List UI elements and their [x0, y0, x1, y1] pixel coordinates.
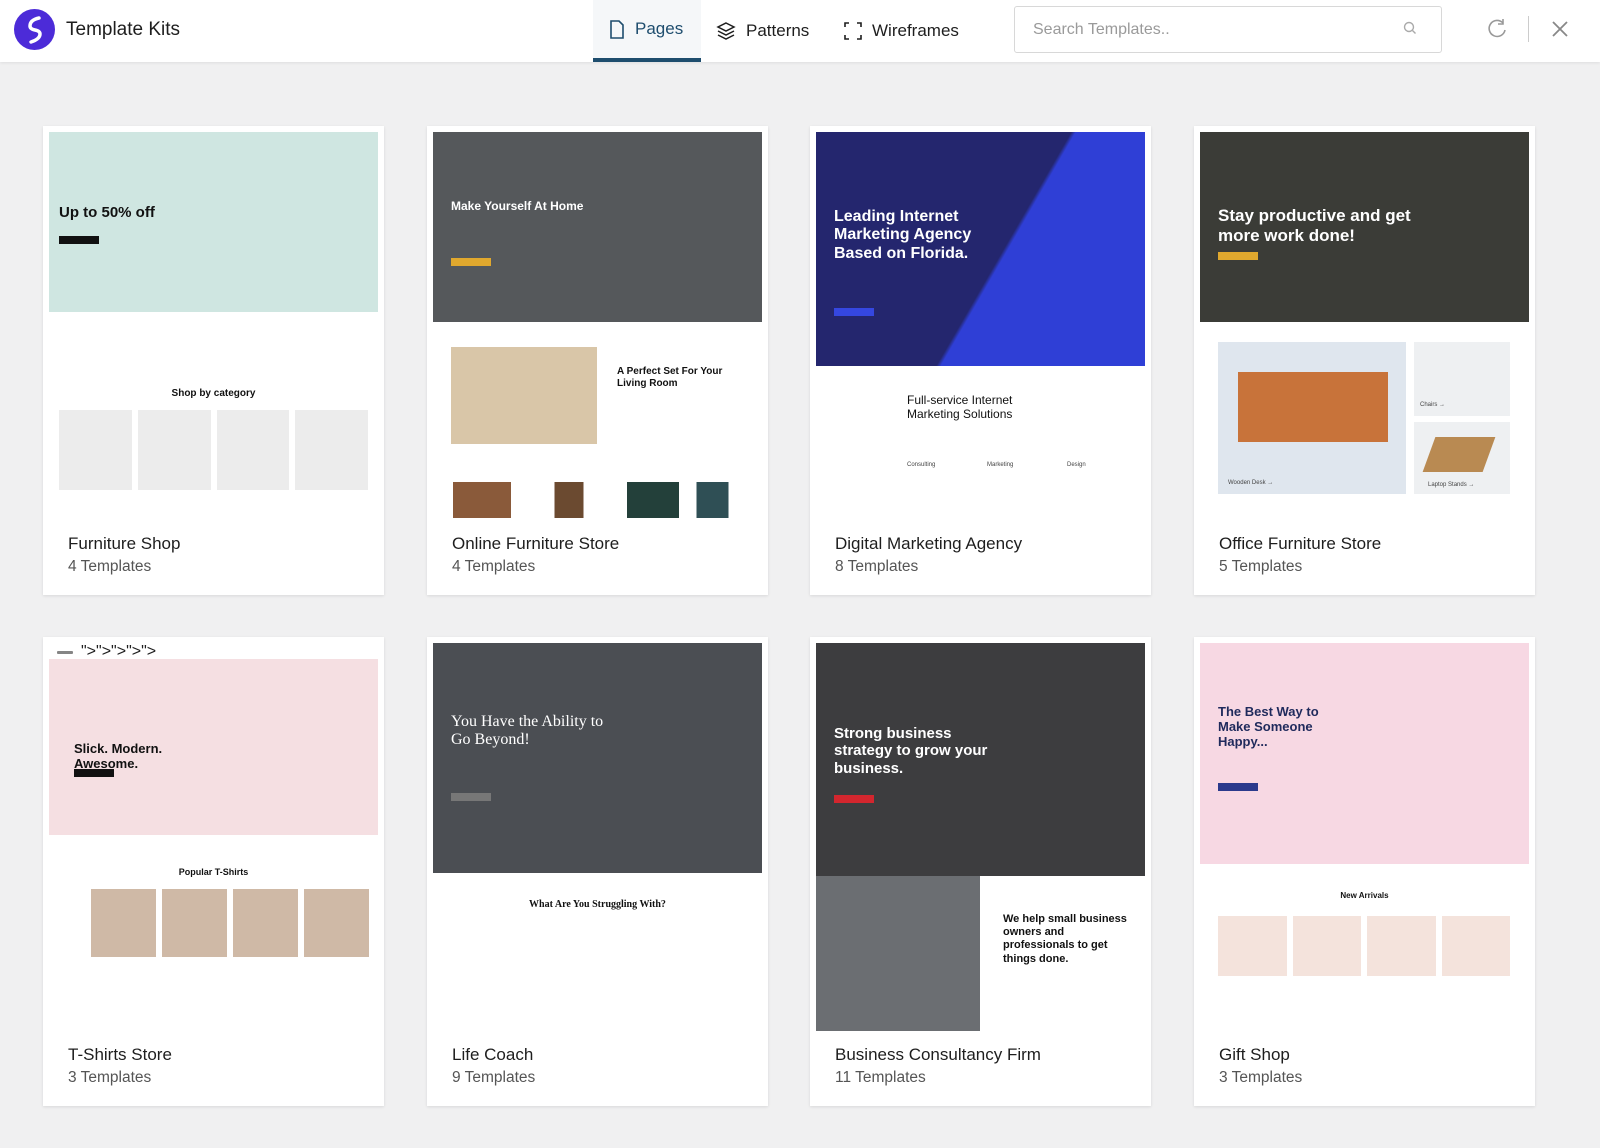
logo: [14, 9, 55, 50]
kit-title[interactable]: Online Furniture Store: [452, 534, 619, 554]
tab-pages[interactable]: Pages: [593, 0, 701, 62]
kit-card[interactable]: ">">">">">Up to 50% offShop by categoryF…: [43, 126, 384, 595]
preview-section-title: Shop by category: [171, 388, 256, 399]
preview-section-title: Full-service Internet Marketing Solution…: [907, 393, 1013, 422]
kit-card[interactable]: ">">">">">The Best Way to Make Someone H…: [1194, 637, 1535, 1106]
app-title: Template Kits: [66, 19, 181, 40]
preview-cta-button: [59, 236, 99, 244]
divider: [1528, 16, 1529, 42]
kit-title[interactable]: Life Coach: [452, 1045, 533, 1065]
preview-cta-button: [451, 258, 491, 266]
preview-cta-button: [834, 795, 874, 803]
layers-icon: [716, 21, 736, 40]
preview-category-label: Laptop Stands →: [1428, 482, 1475, 488]
preview-section-title: Popular T-Shirts: [178, 867, 249, 877]
preview-product-tiles: [1218, 916, 1510, 976]
preview-headline: The Best Way to Make Someone Happy...: [1218, 704, 1319, 749]
tab-label: Pages: [635, 19, 684, 38]
preview-meeting-image: [816, 876, 980, 1031]
kit-template-count: 4 Templates: [68, 558, 152, 575]
preview-headline: Make Yourself At Home: [451, 199, 584, 213]
preview-cta-button: [1218, 252, 1258, 260]
kit-template-count: 9 Templates: [452, 1069, 536, 1086]
preview-cta-button: [451, 793, 491, 801]
kit-template-count: 5 Templates: [1219, 558, 1303, 575]
kit-preview[interactable]: ">">">">">The Best Way to Make Someone H…: [1200, 643, 1529, 1031]
kit-title[interactable]: Furniture Shop: [68, 534, 180, 554]
kit-card[interactable]: ">">">">">Make Yourself At HomeA Perfect…: [427, 126, 768, 595]
kit-template-count: 3 Templates: [1219, 1069, 1303, 1086]
kit-preview[interactable]: ">">">">">Stay productive and get more w…: [1200, 132, 1529, 520]
kit-card[interactable]: ">">">">"> Slick. Modern. Awesome. Popular…: [43, 637, 384, 1106]
preview-cta-button: [74, 769, 114, 777]
preview-tshirt-tiles: [91, 889, 369, 957]
page-icon: [610, 19, 624, 39]
kit-preview[interactable]: ">">">">">Leading Internet Marketing Age…: [816, 132, 1145, 520]
preview-hero: [433, 643, 762, 873]
kit-template-count: 4 Templates: [452, 558, 536, 575]
kit-card[interactable]: ">">">">">You Have the Ability to Go Bey…: [427, 637, 768, 1106]
kit-title[interactable]: Gift Shop: [1219, 1045, 1290, 1065]
preview-section-title: What Are You Struggling With?: [529, 899, 666, 910]
bolt-logo-icon: [27, 15, 42, 44]
kit-template-count: 11 Templates: [835, 1069, 926, 1086]
search-input[interactable]: [1015, 7, 1375, 52]
preview-headline: Stay productive and get more work done!: [1218, 206, 1411, 245]
kit-preview[interactable]: ">">">">">Strong business strategy to gr…: [816, 643, 1145, 1031]
preview-service-label: Consulting: [907, 462, 936, 468]
search-icon[interactable]: [1403, 21, 1417, 35]
kit-title[interactable]: Business Consultancy Firm: [835, 1045, 1041, 1065]
preview-service-icons: Consulting Marketing Design: [907, 462, 1127, 482]
preview-product-strip: [453, 482, 743, 518]
kit-card[interactable]: ">">">">">Stay productive and get more w…: [1194, 126, 1535, 595]
preview-cta-button: [1218, 783, 1258, 791]
preview-headline: Slick. Modern. Awesome.: [74, 741, 163, 771]
refresh-icon[interactable]: [1487, 18, 1507, 40]
preview-headline: Leading Internet Marketing Agency Based …: [834, 208, 972, 262]
tab-label: Wireframes: [872, 21, 959, 40]
preview-section-title: We help small business owners and profes…: [1003, 913, 1127, 965]
close-icon[interactable]: [1551, 20, 1569, 38]
kit-title[interactable]: T-Shirts Store: [68, 1045, 172, 1065]
kit-preview[interactable]: ">">">">">Up to 50% offShop by category: [49, 132, 378, 520]
preview-service-label: Design: [1067, 462, 1086, 468]
kit-preview[interactable]: ">">">">">You Have the Ability to Go Bey…: [433, 643, 762, 1031]
tab-wireframes[interactable]: Wireframes: [828, 0, 975, 62]
preview-cta-button: [834, 308, 874, 316]
kit-card[interactable]: ">">">">">Leading Internet Marketing Age…: [810, 126, 1151, 595]
top-bar: Template Kits Pages Patterns Wireframes: [0, 0, 1600, 62]
preview-hero: [1200, 643, 1529, 864]
preview-desk-image: [1218, 342, 1406, 494]
frame-icon: [844, 22, 862, 40]
tab-patterns[interactable]: Patterns: [700, 0, 825, 62]
kit-title[interactable]: Office Furniture Store: [1219, 534, 1381, 554]
tab-label: Patterns: [746, 21, 810, 40]
preview-category-label: Wooden Desk →: [1228, 480, 1274, 486]
kit-card[interactable]: ">">">">">Strong business strategy to gr…: [810, 637, 1151, 1106]
preview-hero: [433, 132, 762, 322]
preview-category-tiles: [59, 410, 368, 490]
kit-preview[interactable]: ">">">">"> Slick. Modern. Awesome. Popular…: [49, 643, 378, 1031]
kit-template-count: 8 Templates: [835, 558, 919, 575]
preview-headline: You Have the Ability to Go Beyond!: [451, 713, 604, 749]
preview-service-label: Marketing: [987, 462, 1014, 468]
search-box: [1014, 6, 1442, 53]
preview-headline: Strong business strategy to grow your bu…: [834, 725, 988, 777]
preview-section-title: A Perfect Set For Your Living Room: [617, 366, 723, 389]
preview-room-image: [451, 347, 597, 444]
preview-hero: [49, 132, 378, 312]
kit-preview[interactable]: ">">">">">Make Yourself At HomeA Perfect…: [433, 132, 762, 520]
preview-section-title: New Arrivals: [1340, 891, 1389, 900]
kit-template-count: 3 Templates: [68, 1069, 152, 1086]
preview-category-label: Chairs →: [1420, 402, 1446, 408]
kit-title[interactable]: Digital Marketing Agency: [835, 534, 1022, 554]
preview-headline: Up to 50% off: [59, 204, 155, 221]
